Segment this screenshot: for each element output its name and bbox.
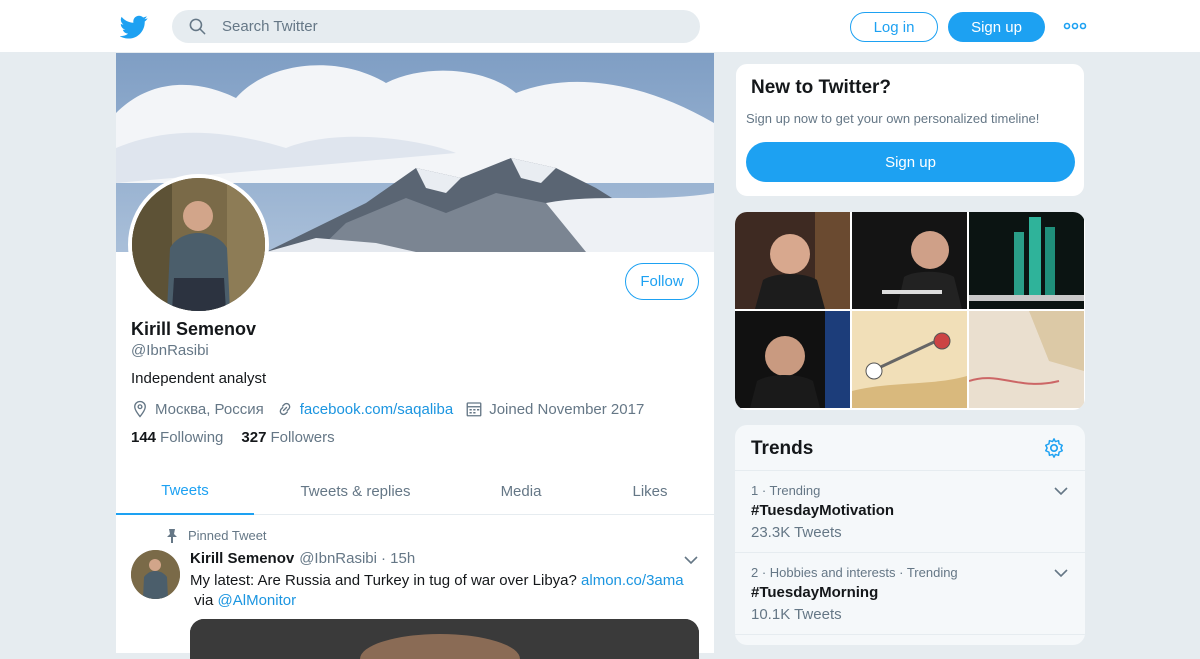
tweet-author-name[interactable]: Kirill Semenov (190, 550, 294, 567)
profile-meta: Москва, Россия facebook.com/saqaliba Joi… (131, 398, 656, 420)
follow-button[interactable]: Follow (625, 263, 699, 300)
tweet-mention-link[interactable]: @AlMonitor (218, 592, 297, 609)
tweet-link[interactable]: almon.co/3ama (581, 572, 684, 589)
tweet-text-part-2: via (194, 592, 214, 609)
followers-stat[interactable]: 327 Followers (241, 429, 334, 446)
profile-name: Kirill Semenov (131, 319, 257, 339)
website-item[interactable]: facebook.com/saqaliba (276, 400, 453, 418)
search-icon (189, 18, 206, 35)
following-label: Following (160, 429, 224, 446)
following-count: 144 (131, 429, 157, 446)
tweet-time[interactable]: · 15h (381, 550, 415, 567)
media-thumbnail[interactable] (735, 212, 850, 309)
location-item: Москва, Россия (131, 400, 264, 418)
media-thumbnail[interactable] (852, 212, 967, 309)
trend-tag: #TuesdayMorning (751, 584, 879, 601)
signup-button[interactable]: Sign up (948, 12, 1045, 42)
new-to-twitter-card: New to Twitter? Sign up now to get your … (735, 63, 1085, 197)
tweet-author-handle[interactable]: @IbnRasibi (299, 550, 377, 567)
profile-column: Follow Kirill Semenov @IbnRasibi Indepen… (116, 53, 714, 659)
pin-icon (167, 528, 177, 543)
new-to-twitter-subtitle: Sign up now to get your own personalized… (746, 111, 1040, 126)
trend-item[interactable]: 2 · Hobbies and interests · Trending #Tu… (735, 553, 1085, 635)
tweet-header: Kirill Semenov @IbnRasibi · 15h (190, 550, 415, 567)
pinned-tweet-label: Pinned Tweet (166, 528, 267, 543)
media-grid (735, 212, 1085, 410)
trend-count: 10.1K Tweets (751, 606, 842, 623)
chevron-down-icon[interactable] (1053, 483, 1069, 499)
profile-bio: Independent analyst (131, 370, 267, 387)
profile-location: Москва, Россия (155, 400, 264, 418)
tab-tweets[interactable]: Tweets (116, 467, 254, 515)
chevron-down-icon[interactable] (683, 552, 699, 568)
media-thumbnail[interactable] (969, 212, 1084, 309)
media-thumbnail[interactable] (969, 311, 1084, 408)
tweet-media[interactable] (190, 619, 699, 659)
twitter-bird-icon[interactable] (120, 13, 148, 41)
media-thumbnail[interactable] (852, 311, 967, 408)
trends-panel: Trends 1 · Trending #TuesdayMotivation 2… (735, 425, 1085, 645)
top-bar: Log in Sign up (0, 0, 1200, 53)
tweet-text: My latest: Are Russia and Turkey in tug … (190, 571, 700, 611)
tweet-text-part-1: My latest: Are Russia and Turkey in tug … (190, 572, 577, 589)
tab-tweets-and-replies[interactable]: Tweets & replies (278, 467, 433, 515)
tab-likes[interactable]: Likes (600, 467, 700, 515)
joined-item: Joined November 2017 (465, 400, 644, 418)
media-thumbnail[interactable] (735, 311, 850, 408)
profile-joined-date: Joined November 2017 (489, 400, 645, 418)
link-icon (279, 402, 291, 416)
search-box[interactable] (172, 10, 700, 43)
login-button[interactable]: Log in (850, 12, 938, 42)
chevron-down-icon[interactable] (1053, 565, 1069, 581)
profile-website-link[interactable]: facebook.com/saqaliba (300, 401, 453, 418)
calendar-icon (466, 402, 482, 417)
card-signup-button[interactable]: Sign up (746, 142, 1075, 182)
profile-handle: @IbnRasibi (131, 342, 209, 359)
new-to-twitter-title: New to Twitter? (751, 77, 892, 98)
search-input[interactable] (222, 10, 682, 43)
trend-count: 23.3K Tweets (751, 524, 842, 541)
trend-context: 1 · Trending (751, 483, 821, 498)
gear-icon[interactable] (1043, 437, 1065, 459)
trend-tag: #TuesdayMotivation (751, 502, 895, 519)
tweet-avatar[interactable] (131, 550, 180, 599)
profile-avatar[interactable] (128, 174, 269, 315)
trends-header: Trends (735, 425, 1085, 471)
trend-context: 2 · Hobbies and interests · Trending (751, 565, 958, 580)
profile-stats: 144 Following 327 Followers (131, 429, 353, 446)
trends-title: Trends (751, 438, 814, 459)
followers-label: Followers (270, 429, 335, 446)
profile-tabs: Tweets Tweets & replies Media Likes (116, 467, 714, 515)
more-dots-icon[interactable] (1063, 18, 1087, 34)
followers-count: 327 (241, 429, 267, 446)
pinned-text: Pinned Tweet (188, 528, 267, 543)
tab-media[interactable]: Media (471, 467, 571, 515)
location-pin-icon (134, 400, 146, 418)
following-stat[interactable]: 144 Following (131, 429, 223, 446)
trend-item[interactable]: 1 · Trending #TuesdayMotivation 23.3K Tw… (735, 471, 1085, 553)
